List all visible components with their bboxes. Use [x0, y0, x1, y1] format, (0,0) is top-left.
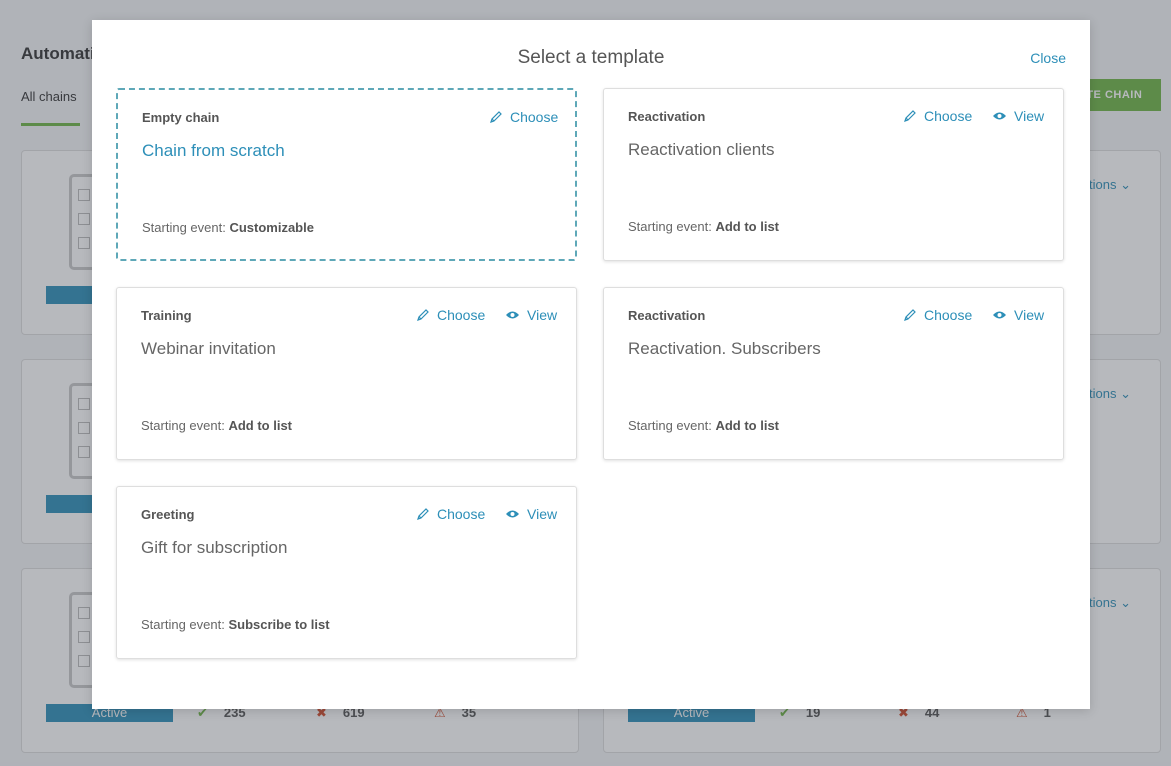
choose-button[interactable]: Choose: [416, 506, 485, 522]
view-button[interactable]: View: [505, 506, 557, 522]
starting-event: Starting event: Add to list: [141, 418, 292, 433]
template-category: Greeting: [141, 507, 195, 522]
template-card-empty-chain[interactable]: Empty chain Choose Chain from scratch St…: [116, 88, 577, 261]
close-button[interactable]: Close: [1030, 50, 1066, 66]
template-category: Reactivation: [628, 109, 706, 124]
eye-icon: [506, 510, 519, 518]
pencil-icon: [904, 309, 916, 321]
choose-button[interactable]: Choose: [416, 307, 485, 323]
dialog-title: Select a template: [517, 47, 665, 68]
template-card-reactivation-subscribers: Reactivation Choose View Reactivation. S…: [603, 287, 1064, 460]
template-card-webinar-invitation: Training Choose View Webinar invitation …: [116, 287, 577, 460]
template-category: Reactivation: [628, 308, 706, 323]
template-name: Reactivation clients: [628, 140, 775, 159]
choose-button[interactable]: Choose: [489, 109, 558, 125]
starting-event: Starting event: Add to list: [628, 219, 779, 234]
view-button[interactable]: View: [505, 307, 557, 323]
template-card-reactivation-clients: Reactivation Choose View Reactivation cl…: [603, 88, 1064, 261]
template-name: Gift for subscription: [141, 538, 288, 557]
starting-event: Starting event: Add to list: [628, 418, 779, 433]
choose-button[interactable]: Choose: [903, 307, 972, 323]
pencil-icon: [490, 111, 502, 123]
pencil-icon: [904, 110, 916, 122]
pencil-icon: [417, 508, 429, 520]
template-category: Empty chain: [142, 110, 220, 125]
eye-icon: [993, 112, 1006, 120]
template-name: Reactivation. Subscribers: [628, 339, 821, 358]
eye-icon: [993, 311, 1006, 319]
template-name: Chain from scratch: [142, 141, 285, 160]
template-category: Training: [141, 308, 192, 323]
template-name: Webinar invitation: [141, 339, 276, 358]
select-template-dialog: Select a template Close Empty chain Choo…: [92, 20, 1090, 709]
starting-event: Starting event: Customizable: [142, 220, 314, 235]
template-card-gift-for-subscription: Greeting Choose View Gift for subscripti…: [116, 486, 577, 659]
view-button[interactable]: View: [992, 307, 1044, 323]
pencil-icon: [417, 309, 429, 321]
eye-icon: [506, 311, 519, 319]
choose-button[interactable]: Choose: [903, 108, 972, 124]
starting-event: Starting event: Subscribe to list: [141, 617, 330, 632]
view-button[interactable]: View: [992, 108, 1044, 124]
